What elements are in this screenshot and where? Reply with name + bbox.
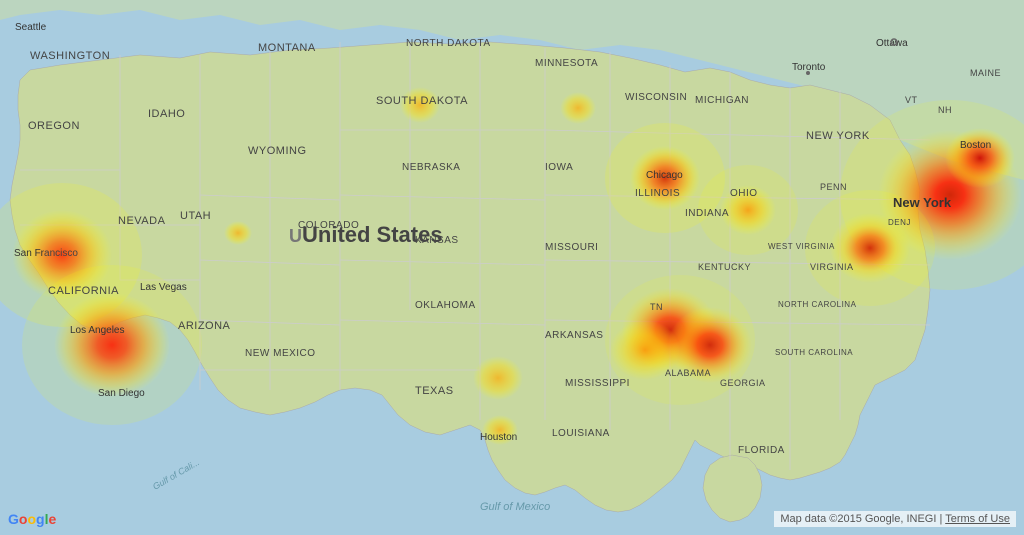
ottawa-dot	[890, 38, 898, 46]
svg-text:Gulf of Mexico: Gulf of Mexico	[480, 501, 550, 513]
map-container: Gulf of Mexico Gulf of Cali...	[0, 0, 1024, 535]
toronto-dot	[805, 70, 811, 76]
google-watermark: Google	[8, 511, 56, 527]
map-attribution: Map data ©2015 Google, INEGI | Terms of …	[774, 511, 1016, 527]
terms-of-use[interactable]: Terms of Use	[945, 513, 1010, 525]
map-svg: Gulf of Mexico Gulf of Cali...	[0, 0, 1024, 535]
attribution-text: Map data ©2015 Google, INEGI	[780, 513, 936, 525]
